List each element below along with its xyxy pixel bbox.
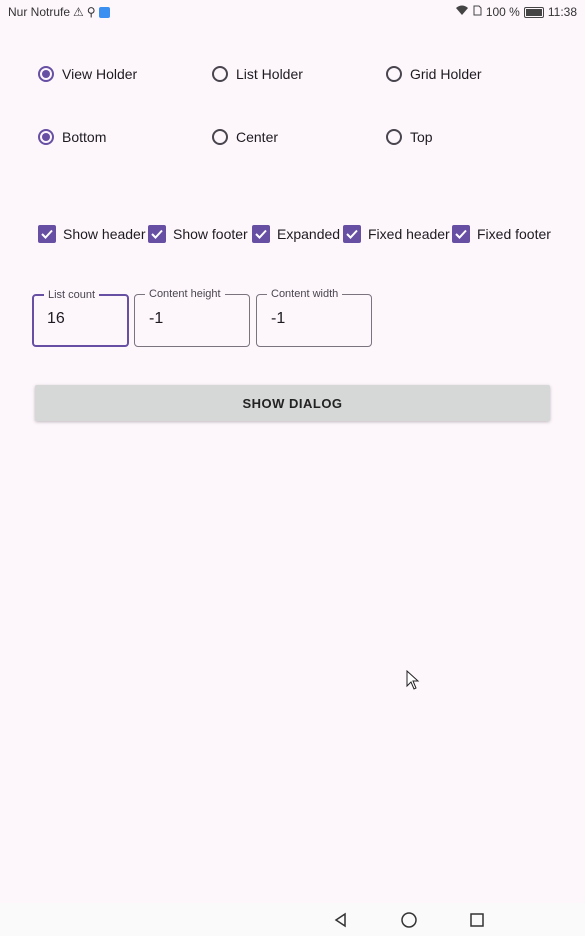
clock: 11:38 <box>547 5 577 19</box>
radio-indicator <box>212 129 228 145</box>
checkbox-show-footer[interactable]: Show footer <box>148 225 248 243</box>
radio-center[interactable]: Center <box>212 129 278 145</box>
radio-label: Center <box>236 129 279 145</box>
back-icon[interactable] <box>330 909 352 931</box>
gravity-radio-group: Bottom Center Top <box>36 129 556 153</box>
check-icon <box>452 225 470 243</box>
sim-icon <box>473 5 482 19</box>
radio-indicator <box>38 129 54 145</box>
radio-indicator <box>38 66 54 82</box>
status-bar: Nur Notrufe ⚠ ⚲ 100 % 11:38 <box>0 0 585 24</box>
battery-percent: 100 % <box>485 5 520 19</box>
carrier-text: Nur Notrufe <box>8 5 71 19</box>
show-dialog-button[interactable]: SHOW DIALOG <box>35 385 550 421</box>
home-icon[interactable] <box>398 909 420 931</box>
radio-label: Grid Holder <box>410 66 482 82</box>
radio-bottom[interactable]: Bottom <box>38 129 106 145</box>
checkbox-label: Fixed footer <box>477 226 551 242</box>
content-height-field[interactable]: Content height <box>134 288 250 347</box>
radio-grid-holder[interactable]: Grid Holder <box>386 66 482 82</box>
holder-radio-group: View Holder List Holder Grid Holder <box>36 66 556 90</box>
list-count-field[interactable]: List count <box>32 289 129 347</box>
checkbox-label: Expanded <box>277 226 341 242</box>
radio-indicator <box>212 66 228 82</box>
content-width-field[interactable]: Content width <box>256 288 372 347</box>
checkbox-expanded[interactable]: Expanded <box>252 225 340 243</box>
app-icon <box>98 6 110 18</box>
checkbox-fixed-footer[interactable]: Fixed footer <box>452 225 551 243</box>
checkbox-show-header[interactable]: Show header <box>38 225 146 243</box>
usb-icon: ⚲ <box>86 5 96 19</box>
radio-indicator <box>386 129 402 145</box>
radio-indicator <box>386 66 402 82</box>
check-icon <box>148 225 166 243</box>
mouse-cursor-icon <box>406 669 420 695</box>
radio-view-holder[interactable]: View Holder <box>38 66 137 82</box>
radio-label: View Holder <box>62 66 138 82</box>
checkbox-label: Fixed header <box>368 226 450 242</box>
radio-list-holder[interactable]: List Holder <box>212 66 303 82</box>
check-icon <box>343 225 361 243</box>
list-count-input[interactable] <box>47 310 113 328</box>
content-height-input[interactable] <box>149 310 229 328</box>
field-label: Content height <box>145 288 225 300</box>
checkbox-fixed-header[interactable]: Fixed header <box>343 225 450 243</box>
field-label: Content width <box>267 288 343 300</box>
checkbox-label: Show header <box>63 226 146 242</box>
navigation-bar <box>0 903 585 936</box>
battery-icon <box>523 6 544 18</box>
content-width-input[interactable] <box>271 310 351 328</box>
warning-icon: ⚠ <box>73 5 84 19</box>
recents-icon[interactable] <box>466 909 488 931</box>
radio-label: Top <box>410 129 433 145</box>
radio-label: Bottom <box>62 129 107 145</box>
checkbox-label: Show footer <box>173 226 248 242</box>
field-label: List count <box>44 289 100 301</box>
check-icon <box>252 225 270 243</box>
radio-top[interactable]: Top <box>386 129 433 145</box>
check-icon <box>38 225 56 243</box>
radio-label: List Holder <box>236 66 303 82</box>
wifi-icon <box>455 5 469 19</box>
options-checkbox-row: Show header Show footer Expanded Fixed h… <box>38 225 568 245</box>
